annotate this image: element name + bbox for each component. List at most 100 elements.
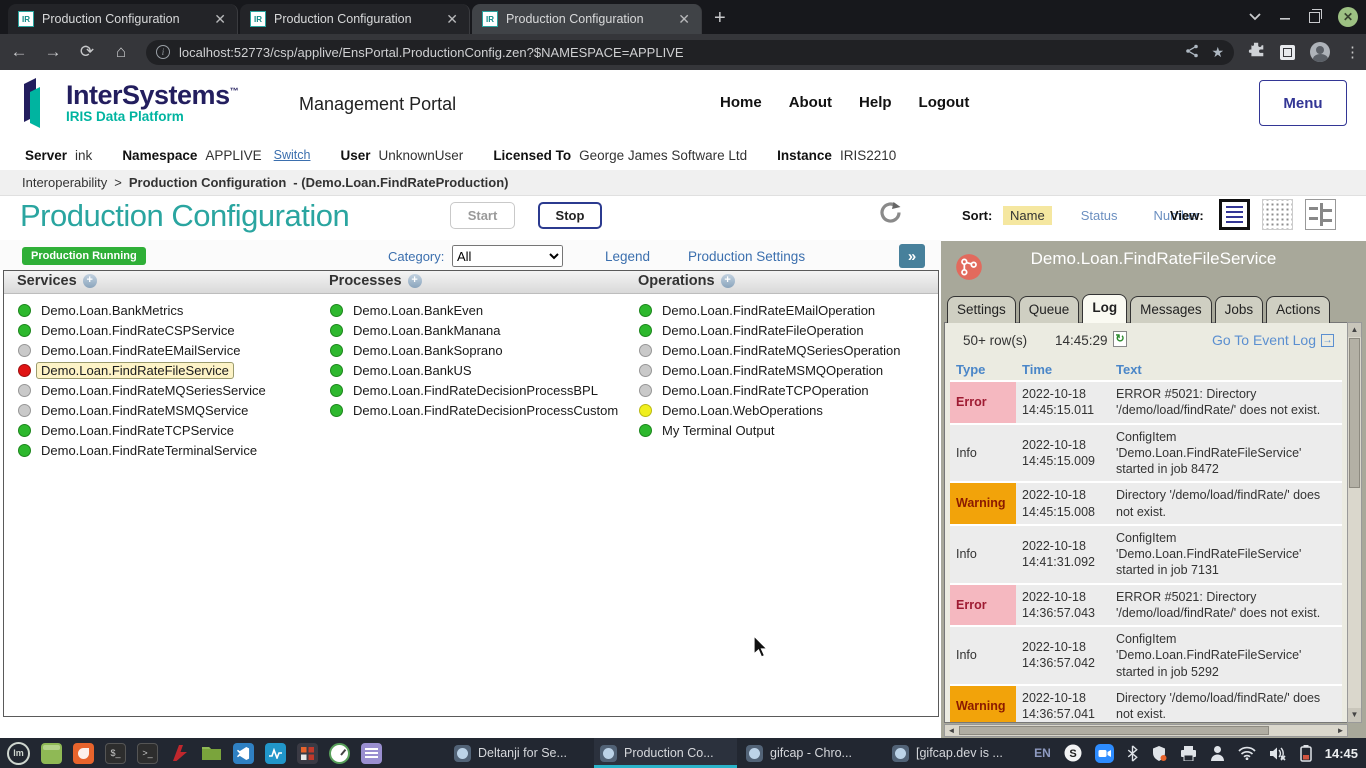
config-item[interactable]: Demo.Loan.FindRateMSMQOperation [639,360,900,380]
zoom-icon[interactable] [1095,744,1114,763]
config-item[interactable]: Demo.Loan.BankMetrics [18,300,266,320]
volume-muted-icon[interactable] [1269,746,1287,761]
config-item-name[interactable]: Demo.Loan.BankManana [353,323,500,338]
config-item-name[interactable]: Demo.Loan.FindRateCSPService [41,323,235,338]
legend-link[interactable]: Legend [605,249,650,264]
config-item-name[interactable]: Demo.Loan.FindRateDecisionProcessCustom [353,403,618,418]
share-icon[interactable] [1185,44,1199,61]
panel-tab-log[interactable]: Log [1082,294,1127,323]
user-icon[interactable] [1210,745,1225,761]
config-item[interactable]: Demo.Loan.BankManana [330,320,618,340]
config-item[interactable]: Demo.Loan.FindRateDecisionProcessCustom [330,400,618,420]
taskbar-window-button[interactable]: Production Co... [594,738,737,768]
config-item-name[interactable]: Demo.Loan.FindRateDecisionProcessBPL [353,383,598,398]
taskbar-window-button[interactable]: [gifcap.dev is ... [886,738,1029,768]
browser-tab[interactable]: IRProduction Configuration✕ [240,4,470,34]
tab-search-chevron-icon[interactable] [1249,8,1261,26]
browser-tab[interactable]: IRProduction Configuration✕ [8,4,238,34]
scroll-up-arrow[interactable]: ▲ [1348,323,1361,337]
close-button[interactable]: ✕ [1338,7,1358,27]
taskbar-clock[interactable]: 14:45 [1325,746,1358,761]
site-info-icon[interactable]: i [156,45,170,59]
config-item[interactable]: Demo.Loan.FindRateMQSeriesOperation [639,340,900,360]
skype-icon[interactable]: S [1064,744,1082,762]
config-item-name[interactable]: Demo.Loan.FindRateEMailOperation [662,303,875,318]
config-item-name[interactable]: Demo.Loan.FindRateFileService [36,362,234,379]
language-indicator[interactable]: EN [1034,746,1051,760]
config-item-name[interactable]: My Terminal Output [662,423,774,438]
config-item-name[interactable]: Demo.Loan.FindRateTerminalService [41,443,257,458]
config-item[interactable]: Demo.Loan.FindRateCSPService [18,320,266,340]
menu-button[interactable]: Menu [1259,80,1347,126]
home-button[interactable]: ⌂ [106,42,136,62]
restore-button[interactable] [1309,12,1320,23]
production-settings-link[interactable]: Production Settings [688,249,805,264]
log-refresh-icon[interactable]: ↻ [1113,331,1127,347]
sort-option-status[interactable]: Status [1074,206,1125,225]
vertical-scroll-thumb[interactable] [1349,338,1360,488]
config-item[interactable]: Demo.Loan.FindRateMQSeriesService [18,380,266,400]
address-bar[interactable]: i localhost:52773/csp/applive/EnsPortal.… [146,40,1234,65]
scroll-right-arrow[interactable]: ► [1334,725,1347,736]
config-item[interactable]: Demo.Loan.FindRateFileService [18,360,266,380]
nav-link-home[interactable]: Home [720,94,762,111]
panel-tab-actions[interactable]: Actions [1266,296,1330,323]
config-item[interactable]: Demo.Loan.FindRateDecisionProcessBPL [330,380,618,400]
panel-tab-settings[interactable]: Settings [947,296,1016,323]
view-list-icon[interactable] [1219,199,1250,230]
new-tab-button[interactable]: + [704,7,738,34]
log-horizontal-scrollbar[interactable]: ◄ ► [944,724,1348,737]
tab-close-icon[interactable]: ✕ [443,11,461,28]
view-grid-icon[interactable] [1262,199,1293,230]
config-item[interactable]: Demo.Loan.FindRateTCPService [18,420,266,440]
config-item-name[interactable]: Demo.Loan.FindRateMQSeriesOperation [662,343,900,358]
log-vertical-scrollbar[interactable]: ▲ ▼ [1347,322,1362,723]
config-item[interactable]: Demo.Loan.BankEven [330,300,618,320]
profile-avatar[interactable] [1310,42,1330,62]
notes-icon[interactable] [361,743,382,764]
folder-icon[interactable] [201,743,222,764]
view-split-icon[interactable] [1305,199,1336,230]
panel-tab-messages[interactable]: Messages [1130,296,1212,323]
wifi-icon[interactable] [1238,746,1256,760]
bluetooth-icon[interactable] [1127,745,1138,762]
scroll-left-arrow[interactable]: ◄ [945,725,958,736]
clock-icon[interactable] [329,743,350,764]
config-item-name[interactable]: Demo.Loan.FindRateTCPOperation [662,383,869,398]
extensions-puzzle-icon[interactable] [1248,41,1265,63]
config-item-name[interactable]: Demo.Loan.BankUS [353,363,472,378]
reload-button[interactable]: ⟳ [72,42,102,62]
scroll-down-arrow[interactable]: ▼ [1348,708,1361,722]
nav-link-about[interactable]: About [789,94,832,111]
config-item[interactable]: Demo.Loan.FindRateFileOperation [639,320,900,340]
namespace-switch-link[interactable]: Switch [274,148,311,162]
config-item-name[interactable]: Demo.Loan.WebOperations [662,403,823,418]
config-item-name[interactable]: Demo.Loan.FindRateFileOperation [662,323,864,338]
config-item[interactable]: Demo.Loan.BankSoprano [330,340,618,360]
expand-panel-button[interactable]: » [899,244,925,268]
category-select[interactable]: All [452,245,563,267]
shield-icon[interactable] [1151,745,1167,762]
red-logo-icon[interactable] [169,743,190,764]
sort-option-name[interactable]: Name [1003,206,1052,225]
horizontal-scroll-thumb[interactable] [959,726,1269,735]
desktop-icon[interactable] [41,743,62,764]
stop-button[interactable]: Stop [538,202,602,229]
capture-extension-icon[interactable] [1280,45,1295,60]
go-to-event-log-link[interactable]: Go To Event Log→ [1212,332,1334,348]
printer-icon[interactable] [1180,746,1197,761]
config-item[interactable]: Demo.Loan.FindRateTerminalService [18,440,266,460]
start-button[interactable]: Start [450,202,515,229]
vscode-icon[interactable] [233,743,254,764]
config-item[interactable]: Demo.Loan.FindRateMSMQService [18,400,266,420]
bookmark-star-icon[interactable]: ★ [1211,44,1224,61]
config-item[interactable]: Demo.Loan.FindRateTCPOperation [639,380,900,400]
browser-menu-icon[interactable]: ⋮ [1345,43,1360,61]
taskbar-window-button[interactable]: gifcap - Chro... [740,738,883,768]
config-item[interactable]: Demo.Loan.FindRateEMailService [18,340,266,360]
terminal-icon[interactable]: $_ [105,743,126,764]
back-button[interactable]: ← [4,42,34,62]
mint-menu-icon[interactable]: lm [7,742,30,765]
taskbar-window-button[interactable]: Deltanji for Se... [448,738,591,768]
config-item[interactable]: My Terminal Output [639,420,900,440]
